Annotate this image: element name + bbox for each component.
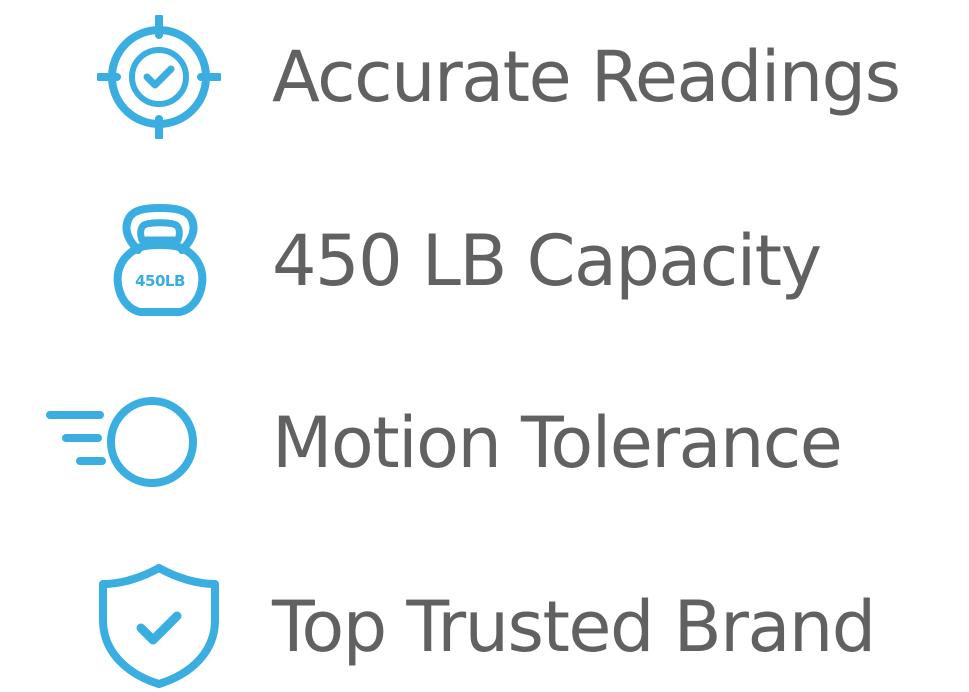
feature-label: Top Trusted Brand: [272, 586, 876, 668]
feature-capacity: 450LB 450 LB Capacity: [0, 196, 969, 326]
feature-label: 450 LB Capacity: [272, 220, 822, 302]
shield-check-icon: [99, 564, 219, 688]
feature-motion-tolerance: Motion Tolerance: [0, 378, 969, 508]
feature-label: Motion Tolerance: [272, 402, 843, 484]
feature-label: Accurate Readings: [272, 36, 901, 118]
feature-accurate-readings: Accurate Readings: [0, 12, 969, 142]
target-check-icon: [97, 15, 221, 139]
kettlebell-icon: 450LB: [113, 204, 207, 316]
feature-trusted-brand: Top Trusted Brand: [0, 562, 969, 692]
motion-circle-icon: [46, 397, 197, 487]
kettlebell-text: 450LB: [135, 272, 185, 290]
